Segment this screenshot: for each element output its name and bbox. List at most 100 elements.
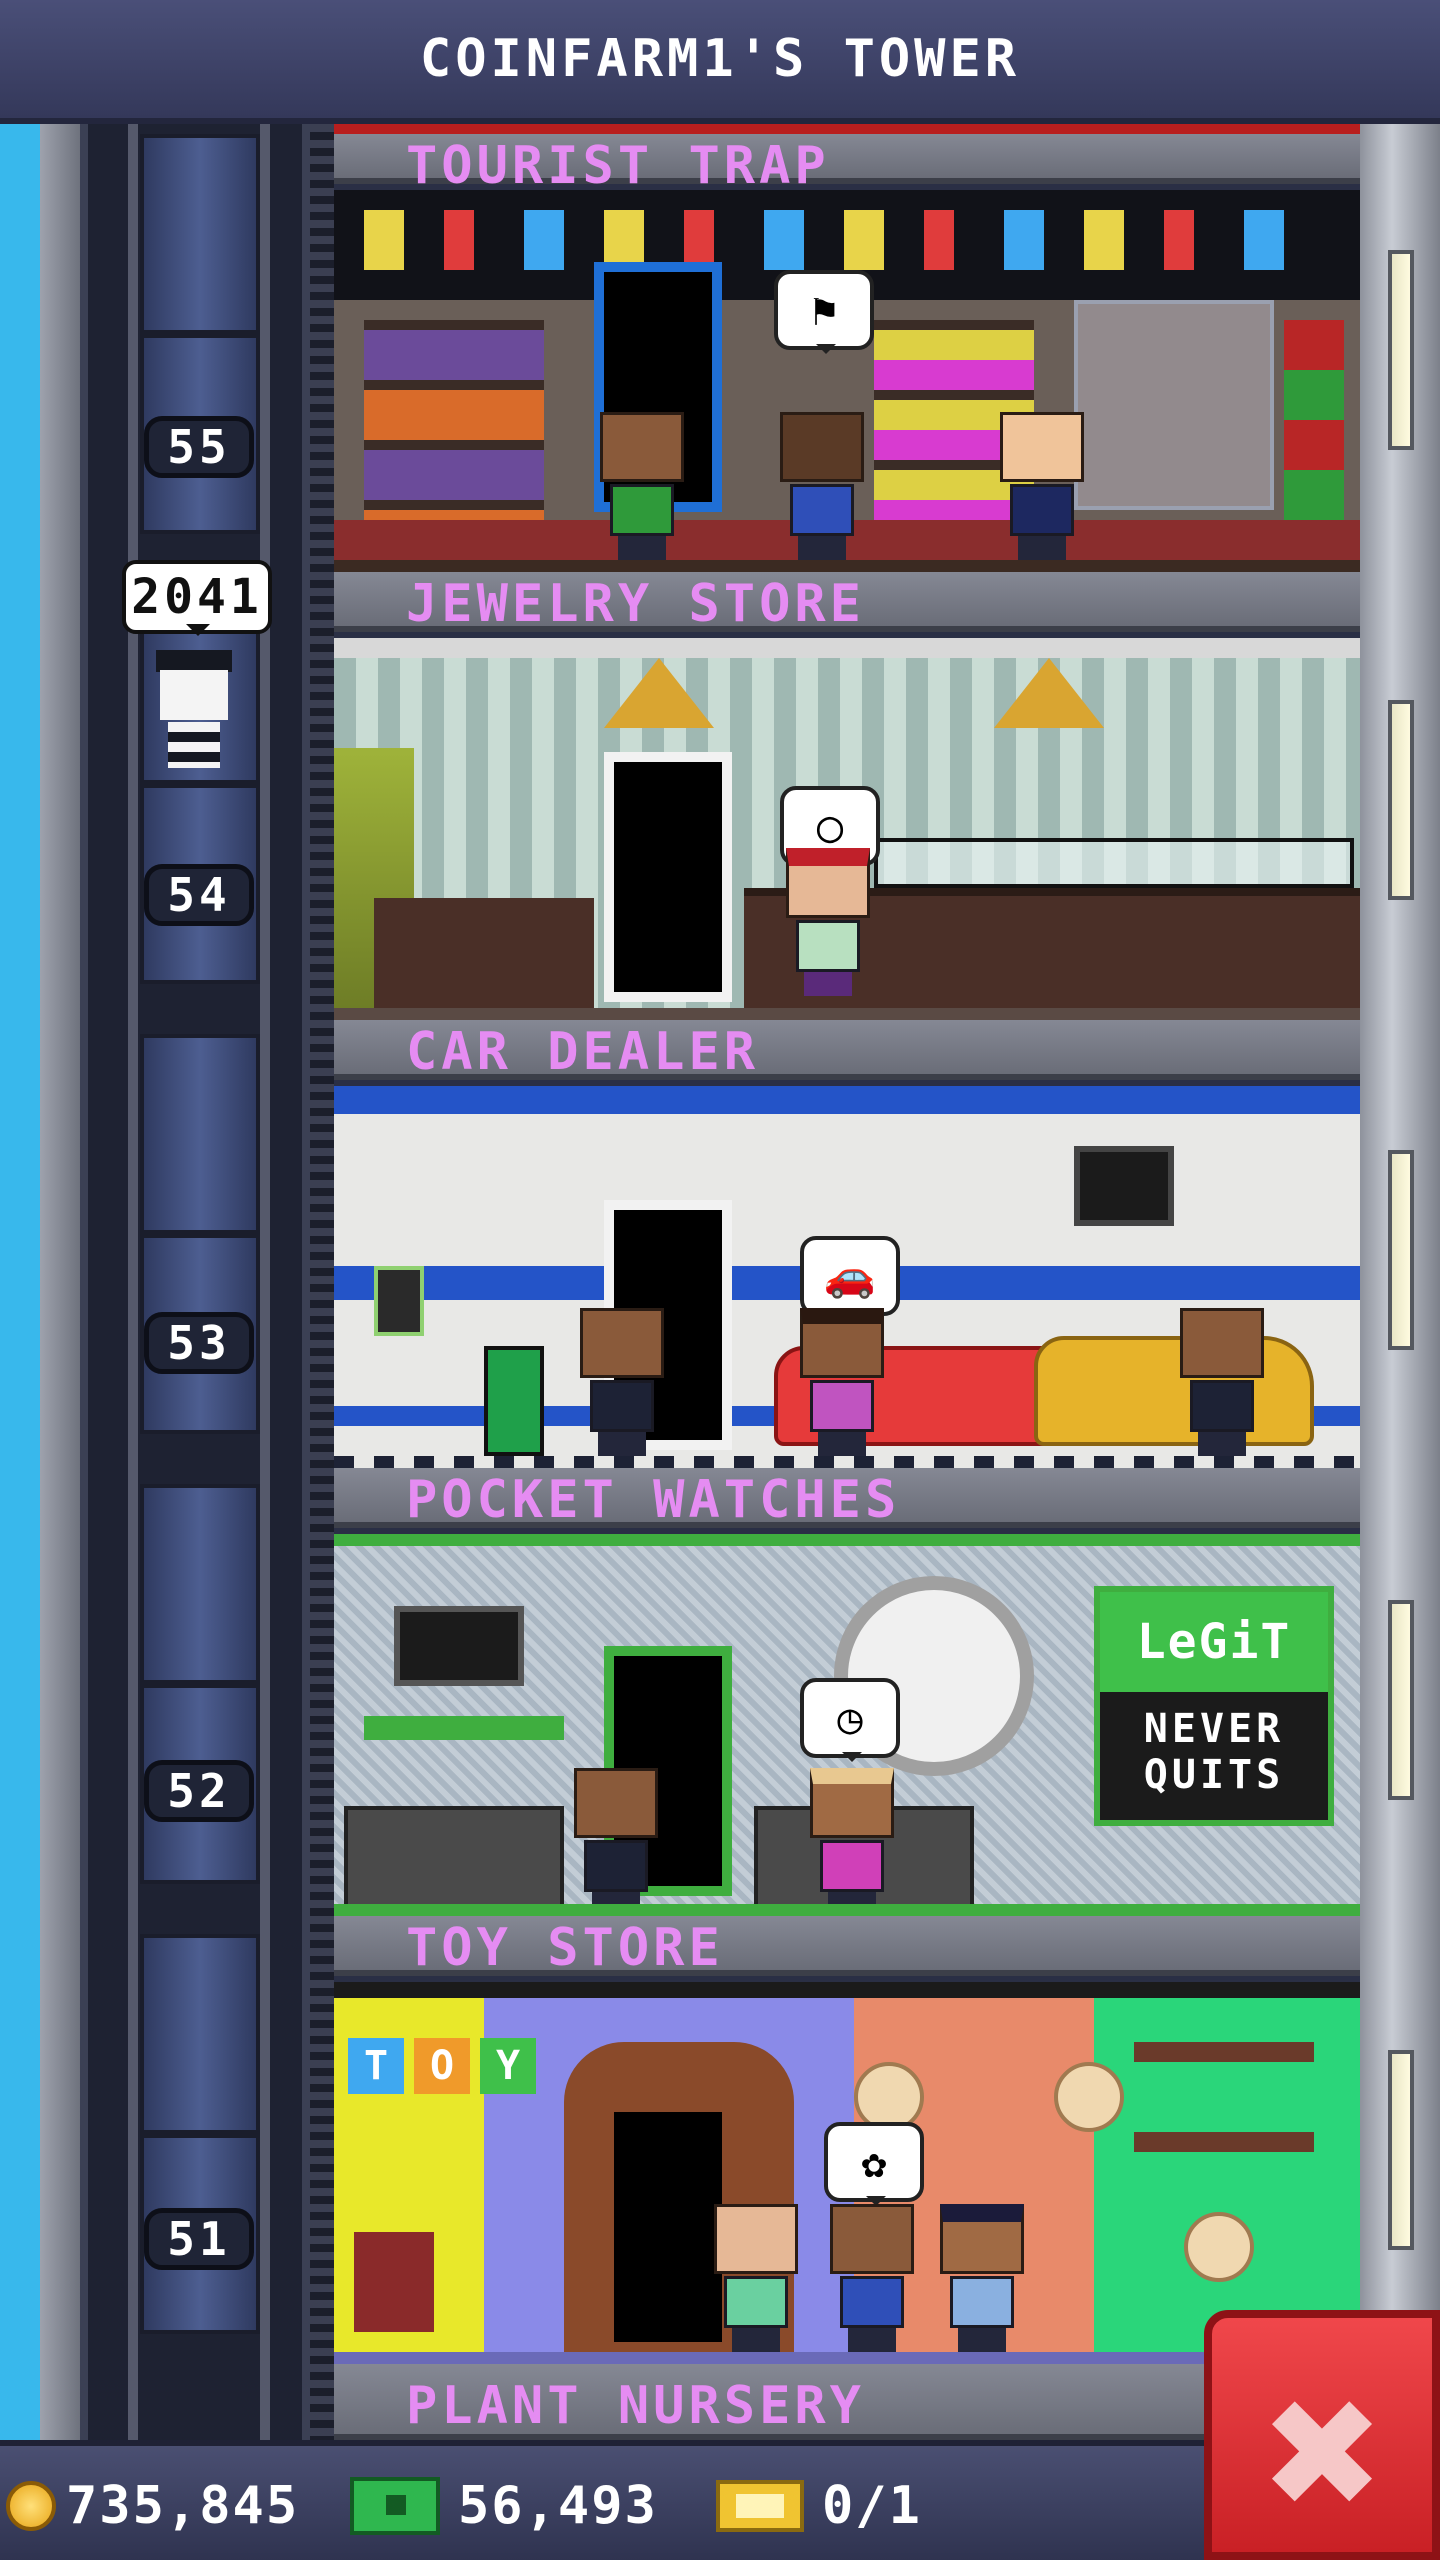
floor-label-bar: TOY STORE	[334, 1916, 1360, 1978]
shaft-segment	[140, 1034, 260, 1234]
cash-icon	[350, 2477, 440, 2535]
toy-shelf	[1134, 2132, 1314, 2152]
toy-wheel-icon	[1054, 2062, 1124, 2132]
floor-number-52: 52	[144, 1760, 254, 1822]
golden-ticket-icon	[716, 2480, 804, 2532]
floor-label-bar: TOURIST TRAP	[334, 124, 1360, 196]
floor-label-bar: POCKET WATCHES	[334, 1468, 1360, 1530]
price-sign	[484, 1346, 544, 1456]
title-bar: COINFARM1'S TOWER	[0, 0, 1440, 124]
floor-label-bar: CAR DEALER	[334, 1020, 1360, 1082]
ceiling	[334, 638, 1360, 658]
thought-bubble-toy-icon: ✿	[824, 2122, 924, 2206]
floor-toy-store[interactable]: TOY STORE T O Y ✿	[334, 1916, 1360, 2364]
floor-jewelry-store[interactable]: JEWELRY STORE ◯	[334, 572, 1360, 1020]
floor-line	[334, 560, 1360, 572]
toy-block-t: T	[348, 2038, 404, 2094]
toy-letter-blocks: T O Y	[348, 2038, 536, 2094]
bux-value: 56,493	[458, 2476, 658, 2536]
floor-number-53: 53	[144, 1312, 254, 1374]
tower-window	[1388, 2050, 1414, 2250]
close-button[interactable]: ✖	[1204, 2310, 1440, 2560]
shaft-rail-right	[260, 124, 270, 2440]
room-tourist-trap: ⚑	[334, 190, 1360, 572]
bitizen[interactable]	[708, 2204, 804, 2354]
shaft-segment	[140, 1484, 260, 1684]
display-case	[1074, 300, 1274, 510]
sky	[0, 124, 40, 2440]
bitizen[interactable]	[794, 1308, 890, 1458]
shaft-rail-left	[128, 124, 138, 2440]
jewelry-pedestal	[494, 898, 594, 1008]
shaft-segment	[140, 1934, 260, 2134]
shop-door	[604, 752, 732, 1002]
floor-pocket-watches[interactable]: POCKET WATCHES LeGiT NEVER QUITS ◷	[334, 1468, 1360, 1916]
legit-sign-top: LeGiT	[1100, 1592, 1328, 1692]
floor-tourist-trap[interactable]: TOURIST TRAP ⚑	[334, 124, 1360, 572]
thought-bubble-flag-icon: ⚑	[774, 270, 874, 354]
floor-name: JEWELRY STORE	[406, 574, 865, 634]
bitizen[interactable]	[594, 412, 690, 562]
tower-window	[1388, 250, 1414, 450]
toy-block-o: O	[414, 2038, 470, 2094]
floor-line	[334, 1008, 1360, 1020]
bitizen-police[interactable]	[934, 2204, 1030, 2354]
room-toy-store: T O Y ✿	[334, 1982, 1360, 2364]
floor-number-54: 54	[144, 864, 254, 926]
passenger-floor-bubble: 2041	[122, 560, 272, 636]
shaft-segment	[140, 134, 260, 334]
display-glass	[874, 838, 1354, 888]
legit-sign: LeGiT NEVER QUITS	[1094, 1586, 1334, 1826]
floor-name: CAR DEALER	[406, 1022, 760, 1082]
floor-line	[334, 1456, 1360, 1468]
tower-window	[1388, 1150, 1414, 1350]
floor-label-bar: JEWELRY STORE	[334, 572, 1360, 634]
bitizen[interactable]	[574, 1308, 670, 1458]
souvenir-shelf-top	[364, 210, 1324, 270]
toy-wheel-icon	[1184, 2212, 1254, 2282]
elevator-passenger	[152, 650, 236, 770]
room-jewelry-store: ◯	[334, 638, 1360, 1020]
shirt-rack	[1284, 320, 1344, 520]
elevator-car[interactable]: 2041	[122, 520, 272, 780]
floor-name: PLANT NURSERY	[406, 2376, 865, 2436]
bitizen[interactable]	[994, 412, 1090, 562]
bitizen[interactable]	[780, 848, 876, 998]
elevator-shaft[interactable]: 55 54 53 52 51	[80, 124, 310, 2440]
ceiling-track	[334, 1982, 1360, 1998]
souvenir-rack-left	[364, 320, 544, 520]
tv-screen	[1074, 1146, 1174, 1226]
bux-counter[interactable]: 56,493	[350, 2474, 658, 2538]
floor-name: TOURIST TRAP	[406, 136, 830, 196]
chandelier-icon	[994, 658, 1104, 728]
display-counter	[344, 1806, 564, 1916]
legit-sign-line-1: NEVER	[1143, 1706, 1285, 1752]
tower-left-wall	[40, 124, 80, 2440]
bitizen[interactable]	[1174, 1308, 1270, 1458]
bitizen[interactable]	[568, 1768, 664, 1916]
bitizen[interactable]	[824, 2204, 920, 2354]
tv-screen	[394, 1606, 524, 1686]
tower-title: COINFARM1'S TOWER	[419, 29, 1021, 89]
coins-counter[interactable]: 735,845	[6, 2474, 299, 2538]
chandelier-icon	[604, 658, 714, 728]
close-icon: ✖	[1259, 2368, 1385, 2542]
toy-block-y: Y	[480, 2038, 536, 2094]
toy-shelf	[1134, 2042, 1314, 2062]
jewelry-pedestal	[374, 898, 494, 1008]
thought-bubble-watch-icon: ◷	[800, 1678, 900, 1762]
wall-shelf	[364, 1716, 564, 1740]
floor-car-dealer[interactable]: CAR DEALER 🚗	[334, 1020, 1360, 1468]
tickets-value: 0/1	[822, 2476, 922, 2536]
tickets-counter[interactable]: 0/1	[716, 2474, 922, 2538]
shaft-divider	[310, 124, 334, 2440]
bitizen[interactable]	[804, 1768, 900, 1916]
floor-number-51: 51	[144, 2208, 254, 2270]
tower-window	[1388, 700, 1414, 900]
tower-window	[1388, 1600, 1414, 1800]
floor-name: POCKET WATCHES	[406, 1470, 901, 1530]
floor-name: TOY STORE	[406, 1918, 724, 1978]
bitizen[interactable]	[774, 412, 870, 562]
thought-bubble-car-icon: 🚗	[800, 1236, 900, 1320]
toy-chair	[354, 2232, 434, 2332]
